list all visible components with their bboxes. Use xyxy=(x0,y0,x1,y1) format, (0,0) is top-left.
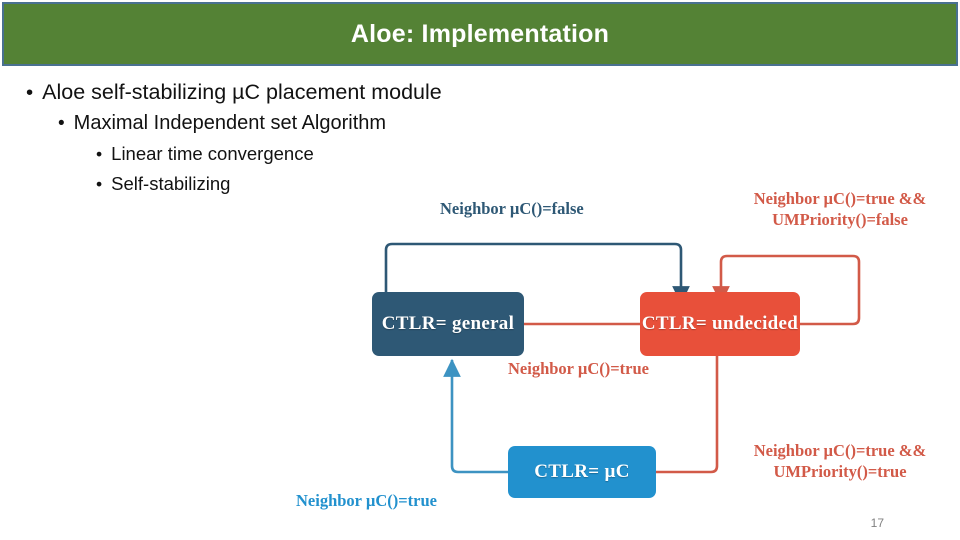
node-label-undecided: CTLR= undecided xyxy=(641,313,799,334)
slide: Aloe: Implementation • Aloe self-stabili… xyxy=(0,0,960,540)
edge-uc-to-general xyxy=(443,358,508,474)
edge-label-general-to-undecided: Neighbor µC()=false xyxy=(440,199,584,218)
bullet-text-3: Linear time convergence xyxy=(111,143,314,164)
page-title: Aloe: Implementation xyxy=(350,19,610,48)
bullet-item-1: • Aloe self-stabilizing µC placement mod… xyxy=(26,76,620,108)
bullet-text-1: Aloe self-stabilizing µC placement modul… xyxy=(42,80,442,104)
edge-label-uc-to-general: Neighbor µC()=true xyxy=(296,491,437,510)
node-label-general: CTLR= general xyxy=(381,313,515,334)
node-ctlr-general[interactable]: CTLR= general xyxy=(372,292,524,356)
state-machine-diagram: CTLR= general CTLR= undecided CTLR= µC N… xyxy=(280,178,960,528)
bullet-item-2: • Maximal Independent set Algorithm xyxy=(58,108,620,139)
node-label-uc: CTLR= µC xyxy=(534,461,630,482)
bullet-marker-icon: • xyxy=(96,144,103,164)
bullet-marker-icon: • xyxy=(96,174,103,194)
page-number: 17 xyxy=(870,516,884,530)
bullet-item-3: • Linear time convergence xyxy=(96,139,620,169)
bullet-marker-icon: • xyxy=(58,113,65,134)
bullet-text-2: Maximal Independent set Algorithm xyxy=(73,112,387,134)
edge-label-undecided-to-general: Neighbor µC()=true xyxy=(508,359,649,378)
slide-title-bar: Aloe: Implementation xyxy=(2,2,958,66)
edge-label-undecided-to-uc: Neighbor µC()=true && UMPriority()=true xyxy=(753,441,927,482)
node-ctlr-uc[interactable]: CTLR= µC xyxy=(508,446,656,498)
bullet-text-4: Self-stabilizing xyxy=(111,173,231,194)
edge-label-undecided-self-loop: Neighbor µC()=true && UMPriority()=false xyxy=(753,189,927,230)
node-ctlr-undecided[interactable]: CTLR= undecided xyxy=(640,292,800,356)
bullet-marker-icon: • xyxy=(26,82,34,104)
